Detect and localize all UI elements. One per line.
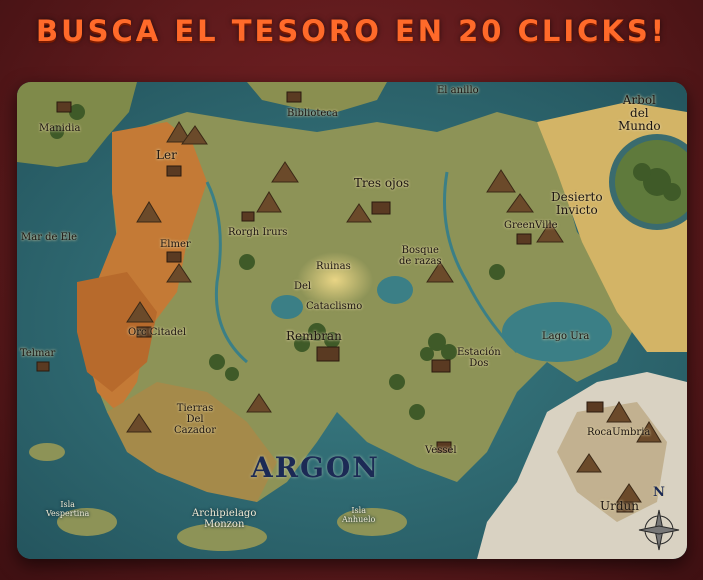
map-terrain: [17, 82, 687, 559]
place-del: Del: [294, 281, 312, 292]
place-isla-anhuelo: Isla Anhuelo: [342, 506, 376, 524]
place-telmar: Telmar: [20, 348, 56, 359]
place-tierras-del-cazador: Tierras Del Cazador: [174, 403, 217, 436]
place-desierto-invicto: Desierto Invicto: [551, 190, 603, 217]
place-el-anillo: El anillo: [437, 85, 479, 96]
place-greenville: GreenVille: [504, 220, 558, 231]
place-biblioteca: Biblioteca: [287, 108, 338, 119]
place-isla-vespertina: Isla Vespertina: [46, 500, 90, 518]
place-rocaumbria: RocaUmbria: [587, 427, 651, 438]
place-vessel: Vessel: [425, 445, 457, 456]
place-rembran: Rembran: [286, 329, 342, 343]
place-bosque-de-razas: Bosque de razas: [399, 245, 442, 267]
treasure-map[interactable]: Manidia Biblioteca El anillo Arbol del M…: [17, 82, 687, 559]
place-manidia: Manidia: [39, 123, 81, 134]
place-estacion-dos: Estación Dos: [457, 347, 501, 369]
place-urdun: Urdun: [600, 499, 639, 513]
place-ler: Ler: [156, 148, 177, 162]
place-rorgh-irurs: Rorgh Irurs: [228, 227, 288, 238]
place-elmer: Elmer: [160, 239, 191, 250]
place-lago-ura: Lago Ura: [542, 331, 590, 342]
place-orc-citadel: Orc Citadel: [128, 327, 187, 338]
map-region-name: ARGON: [251, 451, 380, 484]
place-ruinas: Ruinas: [316, 261, 351, 272]
place-archipielago-monzon: Archipielago Monzon: [192, 508, 257, 530]
place-cataclismo: Cataclismo: [306, 301, 363, 312]
page-title: BUSCA EL TESORO EN 20 CLICKS!: [35, 14, 667, 48]
compass-rose-icon: N: [653, 485, 665, 500]
place-tres-ojos: Tres ojos: [354, 176, 410, 190]
place-arbol-del-mundo: Arbol del Mundo: [618, 93, 661, 133]
place-mar-de-ele: Mar de Ele: [21, 232, 78, 243]
